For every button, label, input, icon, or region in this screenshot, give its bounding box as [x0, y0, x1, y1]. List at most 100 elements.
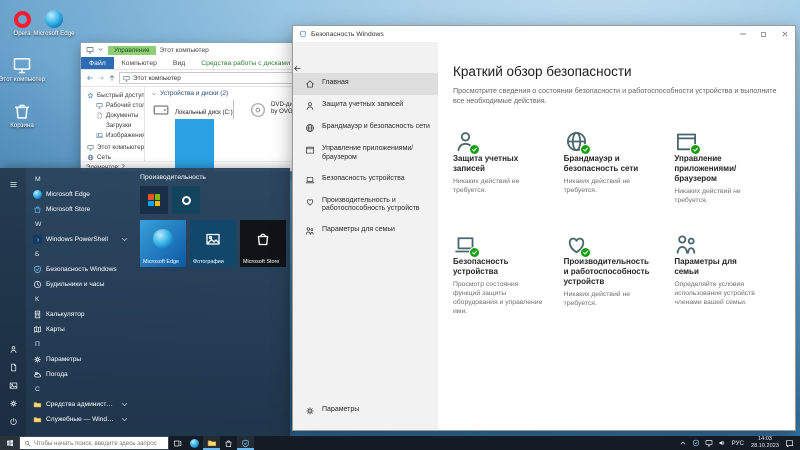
nav-label: Этот компьютер	[97, 144, 144, 151]
sidebar-item-settings[interactable]: Параметры	[293, 400, 438, 422]
tile-device-performance[interactable]: Производительность и работоспособность у…	[564, 232, 665, 316]
sidebar-label: Параметры	[322, 406, 359, 415]
start-folder-admin-tools[interactable]: Средства администрирования Windows	[28, 397, 132, 412]
forward-icon[interactable]	[97, 74, 105, 82]
back-icon[interactable]	[86, 74, 94, 82]
documents-icon[interactable]	[6, 360, 20, 374]
tile-title: Брандмауэр и безопасность сети	[564, 154, 652, 174]
back-button[interactable]	[293, 64, 438, 73]
start-app-settings[interactable]: Параметры	[28, 352, 132, 367]
tile-title: Безопасность устройства	[453, 257, 541, 277]
tile-family-options[interactable]: Параметры для семьи Определяйте условия …	[674, 232, 775, 316]
nav-pictures[interactable]: Изображения	[81, 130, 144, 140]
nav-desktop[interactable]: Рабочий стол	[81, 100, 144, 110]
tile-edge[interactable]: Microsoft Edge	[140, 220, 186, 267]
nav-label: Документы	[106, 112, 138, 119]
start-app-powershell[interactable]: Windows PowerShell	[28, 232, 132, 247]
tile-store[interactable]: Microsoft Store	[240, 220, 286, 267]
close-button[interactable]	[774, 26, 795, 42]
tile-small-2[interactable]	[172, 186, 200, 214]
start-app-edge[interactable]: Microsoft Edge	[28, 187, 132, 202]
nav-network[interactable]: Сеть	[81, 152, 144, 162]
sidebar-item-firewall[interactable]: Брандмауэр и безопасность сети	[293, 117, 438, 139]
tab-file[interactable]: Файл	[81, 57, 114, 69]
app-letter-header[interactable]: M	[28, 172, 132, 187]
notification-center-icon[interactable]	[783, 436, 796, 450]
app-letter-header[interactable]: W	[28, 217, 132, 232]
desktop-icon-recycle-bin[interactable]: Корзина	[0, 100, 50, 130]
tray-volume-icon[interactable]	[716, 436, 729, 450]
tray-chevron-up-icon[interactable]	[677, 436, 690, 450]
hamburger-icon[interactable]	[6, 177, 20, 191]
tile-app-browser-control[interactable]: Управление приложениями/браузером Никаки…	[674, 129, 775, 206]
app-letter-header[interactable]: Б	[28, 247, 132, 262]
start-button[interactable]	[0, 436, 19, 450]
power-icon[interactable]	[6, 414, 20, 428]
clock[interactable]: 14:03 28.10.2023	[747, 436, 783, 449]
start-app-weather[interactable]: Погода	[28, 367, 132, 382]
taskbar-edge-button[interactable]	[186, 436, 203, 450]
start-folder-windows-system[interactable]: Служебные — Windows	[28, 412, 132, 427]
hdd-icon	[151, 101, 171, 119]
sidebar-item-app-browser-control[interactable]: Управление приложениями/браузером	[293, 139, 438, 169]
nav-this-pc[interactable]: Этот компьютер	[81, 142, 144, 152]
microsoft-quad-icon	[148, 194, 160, 206]
tab-view[interactable]: Вид	[165, 57, 193, 69]
desktop-icon-edge[interactable]: Microsoft Edge	[26, 8, 82, 38]
sidebar-item-account-protection[interactable]: Защита учетных записей	[293, 95, 438, 117]
start-app-security[interactable]: Безопасность Windows	[28, 262, 132, 277]
minimize-button[interactable]	[732, 26, 753, 42]
shield-icon	[299, 30, 307, 38]
downloads-icon	[96, 122, 103, 129]
app-letter-header[interactable]: К	[28, 292, 132, 307]
tray-shield-icon[interactable]	[690, 436, 703, 450]
start-app-calculator[interactable]: Калькулятор	[28, 307, 132, 322]
maximize-button[interactable]	[753, 26, 774, 42]
sidebar-item-home[interactable]: Главная	[293, 73, 438, 95]
sidebar-item-device-performance[interactable]: Производительность и работоспособность у…	[293, 191, 438, 221]
nav-downloads[interactable]: Загрузки	[81, 120, 144, 130]
tab-disk-tools[interactable]: Средства работы с дисками	[193, 57, 298, 69]
settings-icon[interactable]	[6, 396, 20, 410]
tile-firewall[interactable]: Брандмауэр и безопасность сети Никаких д…	[564, 129, 665, 206]
taskbar-search-input[interactable]	[34, 440, 164, 447]
app-letter-header[interactable]: П	[28, 337, 132, 352]
nav-documents[interactable]: Документы	[81, 110, 144, 120]
computer-icon	[123, 75, 130, 82]
sidebar-item-family-options[interactable]: Параметры для семьи	[293, 220, 438, 242]
start-rail	[0, 168, 26, 436]
language-indicator[interactable]: РУС	[729, 440, 747, 447]
tile-small-1[interactable]	[140, 186, 168, 214]
taskbar-security-button[interactable]	[237, 436, 254, 450]
task-view-button[interactable]	[169, 436, 186, 450]
tile-title: Параметры для семьи	[674, 257, 762, 277]
taskbar-search[interactable]	[19, 436, 169, 450]
quick-access-toolbar[interactable]	[86, 46, 104, 54]
taskbar-store-button[interactable]	[220, 436, 237, 450]
tile-group-header[interactable]: Производительность	[140, 174, 286, 181]
taskbar-explorer-button[interactable]	[203, 436, 220, 450]
laptop-icon	[305, 175, 315, 185]
up-icon[interactable]	[108, 74, 116, 82]
nav-quick-access[interactable]: Быстрый доступ	[81, 90, 144, 100]
chevron-down-icon	[97, 46, 104, 53]
start-app-alarms[interactable]: Будильники и часы	[28, 277, 132, 292]
drive-c-item[interactable]: Локальный диск (C:) 13,5 ГБ свободно из …	[151, 101, 245, 155]
home-icon	[305, 79, 315, 89]
sidebar-item-device-security[interactable]: Безопасность устройства	[293, 169, 438, 191]
app-letter-header[interactable]: С	[28, 382, 132, 397]
desktop-icon-this-pc[interactable]: Этот компьютер	[0, 54, 50, 84]
start-app-store[interactable]: Microsoft Store	[28, 202, 132, 217]
recycle-bin-icon	[10, 100, 34, 122]
camera-icon	[182, 196, 191, 205]
tile-account-protection[interactable]: Защита учетных записей Никаких действий …	[453, 129, 554, 206]
contextual-tab-group[interactable]: Управление	[108, 46, 156, 55]
tab-computer[interactable]: Компьютер	[114, 57, 165, 69]
start-app-maps[interactable]: Карты	[28, 322, 132, 337]
documents-icon	[96, 112, 103, 119]
user-icon[interactable]	[6, 342, 20, 356]
tile-photos[interactable]: Фотографии	[190, 220, 236, 267]
tile-label: Фотографии	[193, 259, 224, 265]
tile-device-security[interactable]: Безопасность устройства Просмотр состоян…	[453, 232, 554, 316]
pictures-icon[interactable]	[6, 378, 20, 392]
